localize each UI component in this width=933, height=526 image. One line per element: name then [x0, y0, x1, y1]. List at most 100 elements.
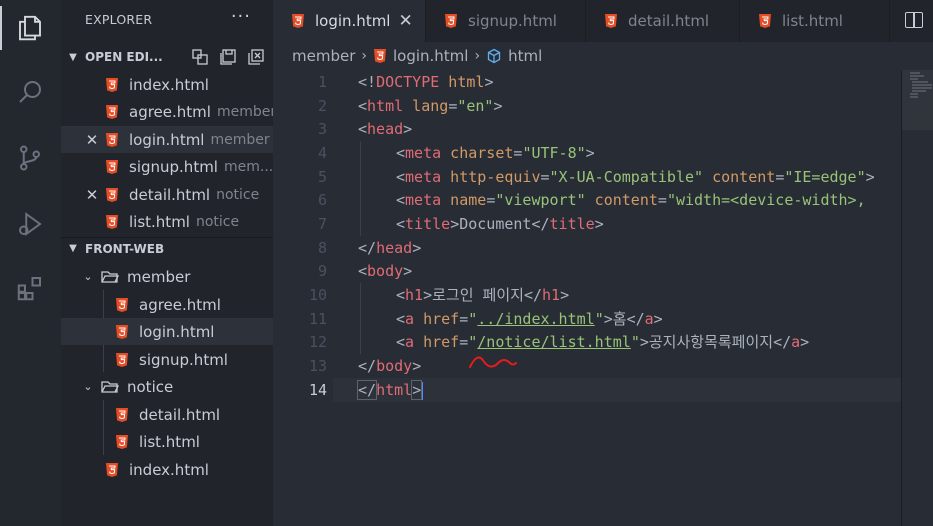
symbol-cube-icon: [486, 48, 502, 64]
file-item[interactable]: signup.html: [61, 346, 273, 373]
code-line-13: </body>: [358, 357, 422, 375]
file-item-selected[interactable]: login.html: [61, 318, 273, 345]
code-line-11: <a href="../index.html">홈</a>: [396, 310, 663, 328]
html5-icon: [105, 159, 119, 175]
html5-icon: [444, 13, 458, 29]
file-name: login.html: [139, 322, 215, 341]
code-line-1: <!DOCTYPE html>: [358, 73, 494, 91]
open-editor-item[interactable]: ✕ detail.html notice: [61, 181, 273, 208]
open-editor-item[interactable]: ✕ login.html member: [61, 126, 273, 153]
html5-icon: [373, 48, 387, 64]
line-number: 13: [308, 357, 327, 375]
href-link[interactable]: ../index.html: [477, 310, 594, 328]
split-editor-icon[interactable]: [905, 12, 923, 28]
file-folder-desc: member: [210, 131, 270, 148]
html5-icon: [758, 13, 772, 29]
folder-member[interactable]: ⌄ member: [61, 263, 273, 290]
close-all-icon[interactable]: [247, 48, 265, 66]
html5-icon: [115, 407, 129, 423]
line-number: 11: [308, 310, 327, 328]
file-folder-desc: member: [216, 103, 273, 120]
text-cursor: [421, 381, 424, 400]
tab-signup[interactable]: signup.html: [426, 0, 586, 42]
save-all-icon[interactable]: [219, 48, 237, 66]
chevron-down-icon: ▼: [69, 243, 77, 254]
code-line-7: <title>Document</title>: [396, 215, 604, 233]
tab-login[interactable]: login.html ✕: [273, 0, 426, 42]
open-editor-item[interactable]: agree.html member: [61, 98, 273, 125]
red-squiggle-annotation: [469, 356, 517, 368]
breadcrumb-folder[interactable]: member: [292, 47, 355, 65]
folder-notice[interactable]: ⌄ notice: [61, 373, 273, 400]
explorer-title: EXPLORER: [85, 12, 153, 27]
explorer-sidebar: EXPLORER ··· ▼ OPEN EDI... index.html ag…: [61, 0, 273, 526]
open-editor-item[interactable]: index.html: [61, 71, 273, 98]
explorer-icon[interactable]: [14, 12, 46, 44]
file-item[interactable]: index.html: [61, 456, 273, 483]
html5-icon: [291, 13, 305, 29]
minimap-line: [910, 96, 918, 98]
line-number: 4: [317, 144, 327, 162]
chevron-down-icon: ⌄: [83, 270, 93, 283]
line-number: 6: [317, 191, 327, 209]
file-item[interactable]: detail.html: [61, 401, 273, 428]
tab-label: list.html: [782, 12, 843, 30]
minimap-line: [910, 72, 920, 74]
folder-name: member: [127, 267, 191, 286]
code-line-12: <a href="/notice/list.html">공지사항목록페이지</a…: [396, 333, 810, 351]
breadcrumb-symbol[interactable]: html: [508, 47, 542, 65]
chevron-down-icon: ▼: [69, 51, 77, 63]
editor-tab-bar: login.html ✕ signup.html detail.html lis…: [273, 0, 933, 42]
open-editor-item[interactable]: list.html notice: [61, 208, 273, 235]
folder-open-icon: [101, 380, 120, 394]
close-icon[interactable]: ✕: [85, 186, 99, 204]
minimap[interactable]: [901, 70, 933, 526]
file-name: detail.html: [139, 405, 221, 424]
tab-label: detail.html: [628, 12, 710, 30]
open-editor-item[interactable]: signup.html mem...: [61, 153, 273, 180]
workspace-header[interactable]: ▼ FRONT-WEB: [61, 237, 273, 259]
file-name: list.html: [139, 432, 200, 451]
file-name: list.html: [129, 212, 190, 231]
file-name: index.html: [129, 460, 209, 479]
source-control-icon[interactable]: [14, 142, 46, 174]
file-name: agree.html: [129, 102, 211, 121]
chevron-right-icon: ›: [474, 48, 481, 64]
file-name: index.html: [129, 75, 209, 94]
line-number: 10: [308, 286, 327, 304]
code-editor[interactable]: 1 2 3 4 5 6 7 8 9 10 11 12 13 14 <!DOCTY…: [273, 70, 901, 526]
file-name: signup.html: [139, 350, 228, 369]
open-editors-label: OPEN EDI...: [85, 50, 163, 64]
indent-guide: [360, 141, 361, 236]
html5-icon: [115, 324, 129, 340]
extensions-icon[interactable]: [14, 272, 46, 304]
file-folder-desc: notice: [216, 186, 260, 203]
html5-icon: [105, 104, 119, 120]
close-icon[interactable]: ✕: [85, 131, 99, 149]
indent-guide: [360, 283, 361, 354]
file-item[interactable]: list.html: [61, 428, 273, 455]
tab-list[interactable]: list.html: [740, 0, 890, 42]
file-name: detail.html: [129, 185, 211, 204]
code-line-9: <body>: [358, 262, 413, 280]
open-editors-header[interactable]: ▼ OPEN EDI...: [61, 46, 273, 68]
folder-open-icon: [101, 270, 120, 284]
close-icon[interactable]: ✕: [398, 11, 412, 31]
tab-detail[interactable]: detail.html: [586, 0, 740, 42]
html5-icon: [105, 77, 119, 93]
chevron-down-icon: ⌄: [83, 380, 93, 393]
file-folder-desc: notice: [195, 213, 240, 230]
line-number: 9: [317, 262, 327, 280]
activity-bar: [0, 0, 61, 526]
run-debug-icon[interactable]: [14, 208, 46, 240]
search-icon[interactable]: [14, 76, 46, 108]
file-item[interactable]: agree.html: [61, 291, 273, 318]
more-actions-icon[interactable]: ···: [231, 6, 251, 27]
html5-icon: [105, 462, 119, 478]
breadcrumb: member › login.html › html: [273, 42, 933, 70]
minimap-line: [910, 93, 918, 95]
line-number: 1: [317, 73, 327, 91]
breadcrumb-file[interactable]: login.html: [393, 47, 468, 65]
new-untitled-file-icon[interactable]: [191, 48, 209, 66]
line-number: 7: [317, 215, 327, 233]
